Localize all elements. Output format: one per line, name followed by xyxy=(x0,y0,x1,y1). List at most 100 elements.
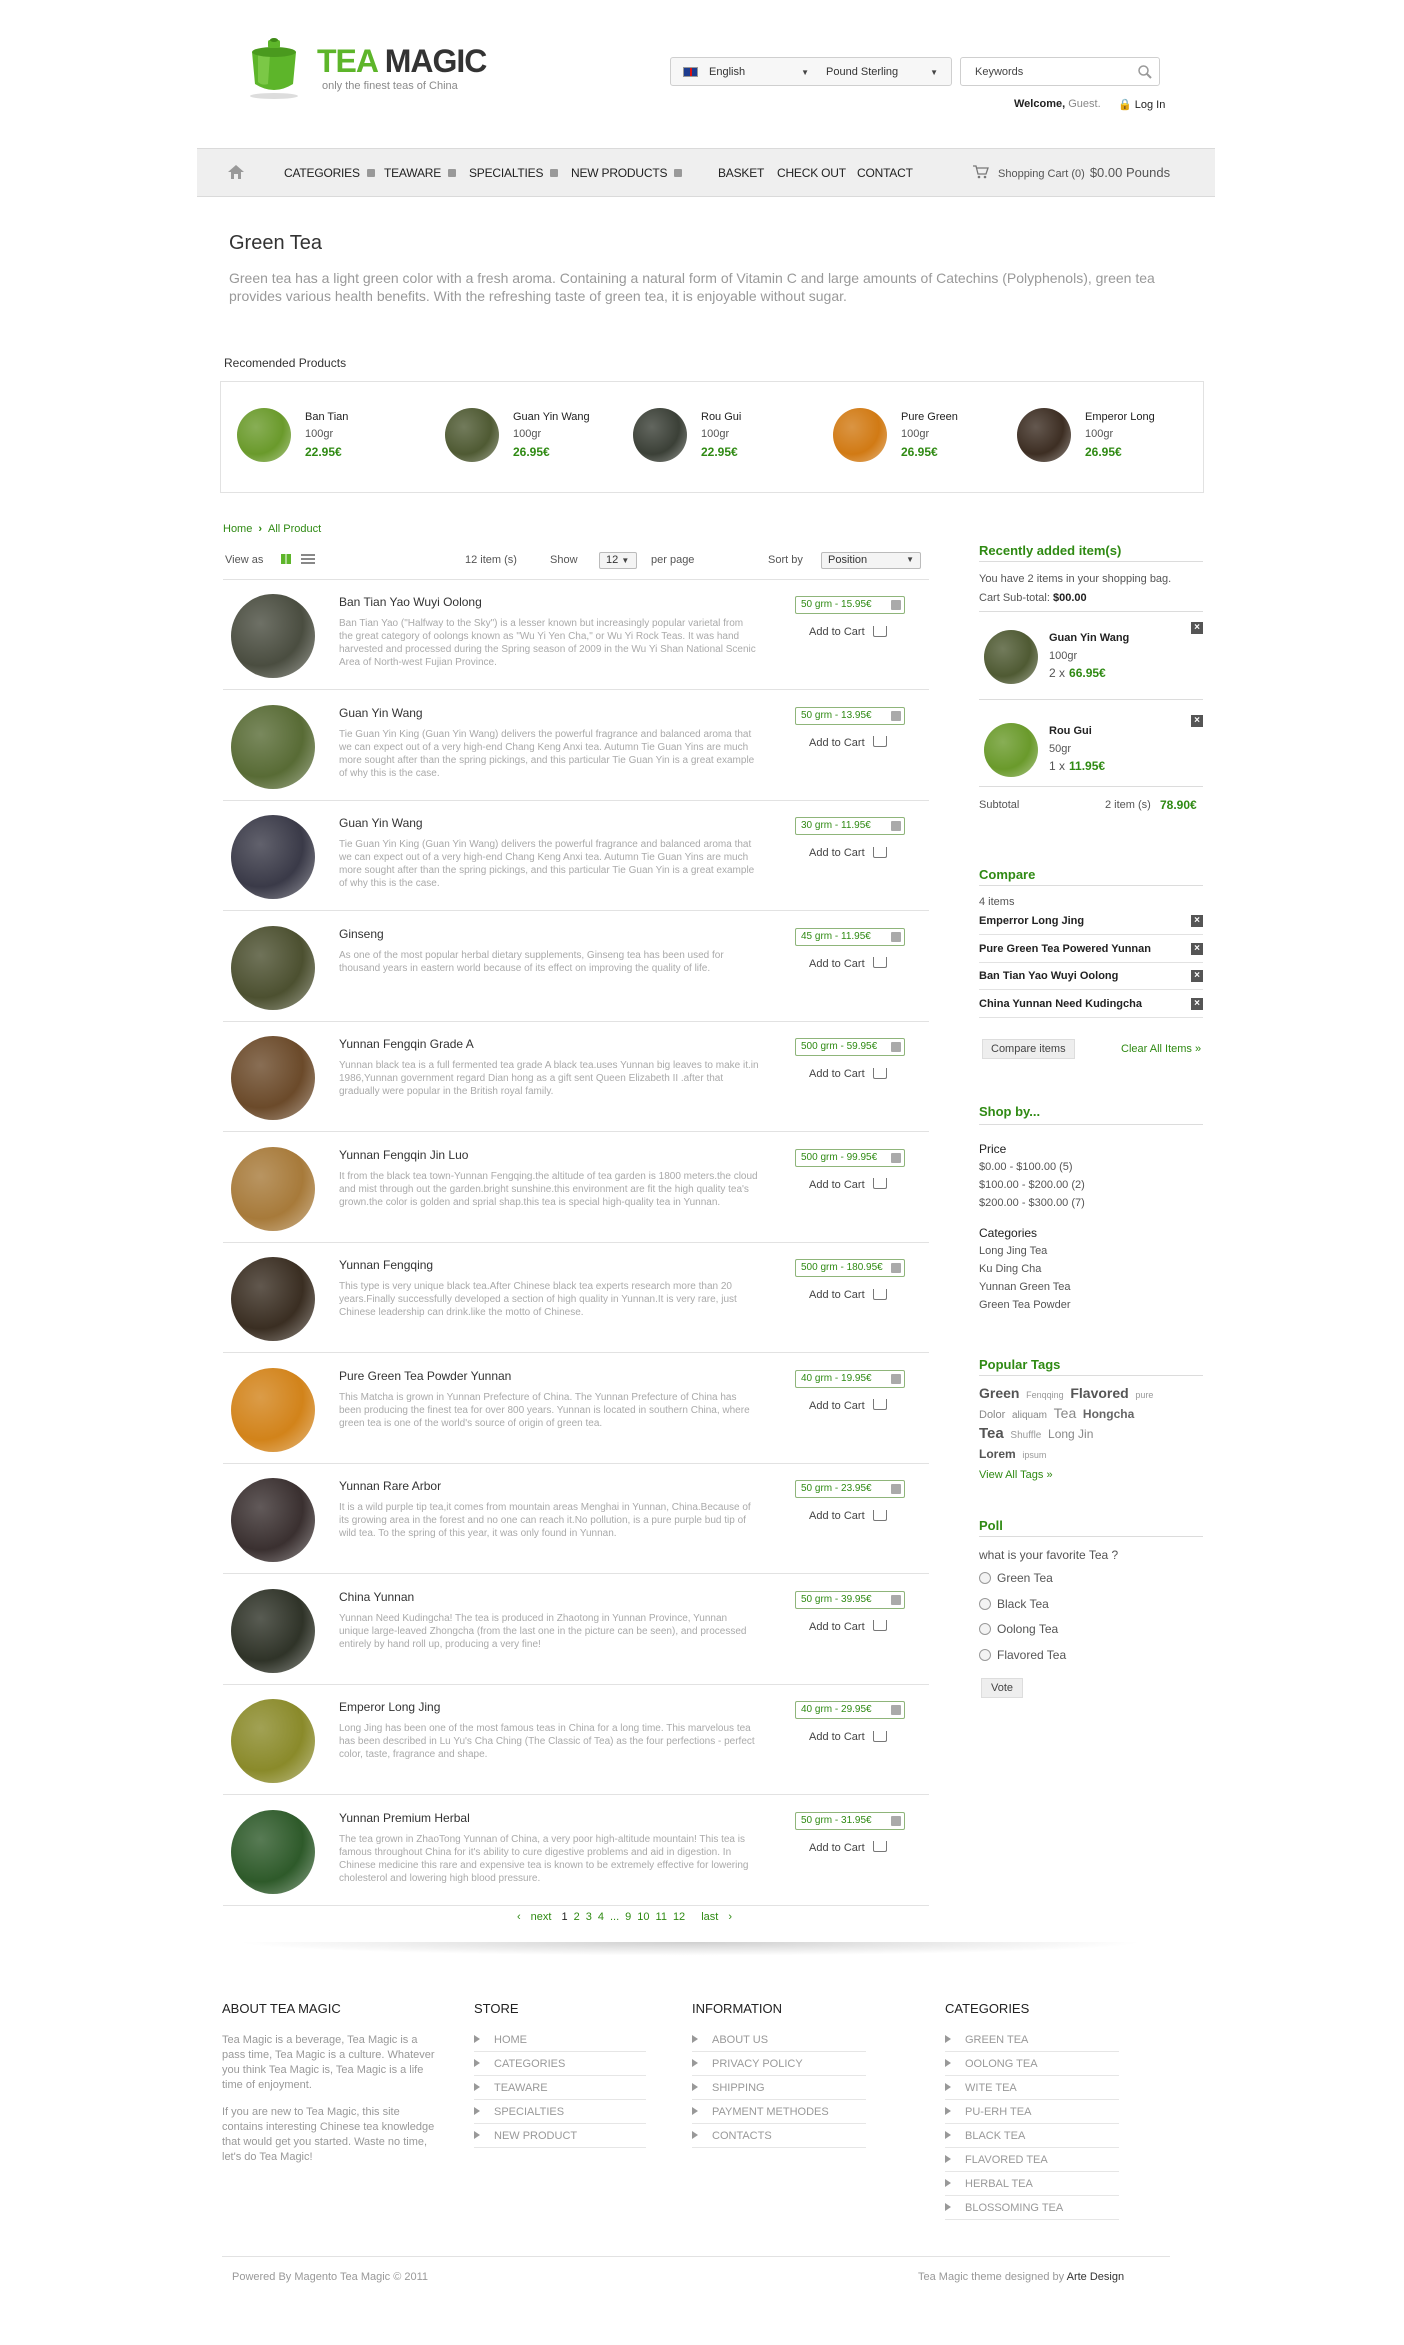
recommended-name[interactable]: Emperor Long xyxy=(1085,411,1155,423)
poll-radio[interactable] xyxy=(979,1648,991,1661)
nav-checkout[interactable]: CHECK OUT xyxy=(777,166,846,180)
clear-all-link[interactable]: Clear All Items » xyxy=(1121,1043,1201,1055)
tag[interactable]: aliquam xyxy=(1012,1410,1047,1421)
prev-page-icon[interactable]: ‹ xyxy=(517,1911,521,1923)
product-name[interactable]: Pure Green Tea Powder Yunnan xyxy=(339,1369,511,1383)
tag[interactable]: Lorem xyxy=(979,1447,1016,1461)
product-image[interactable] xyxy=(984,723,1038,777)
product-name[interactable]: Yunnan Rare Arbor xyxy=(339,1479,441,1493)
footer-link[interactable]: HOME xyxy=(474,2028,646,2052)
search-icon[interactable] xyxy=(1137,64,1153,83)
product-option-select[interactable]: 50 grm - 13.95€ xyxy=(795,706,905,725)
product-image[interactable] xyxy=(231,594,315,678)
product-image[interactable] xyxy=(231,815,315,899)
add-to-cart-button[interactable]: Add to Cart xyxy=(809,1841,887,1854)
footer-link[interactable]: TEAWARE xyxy=(474,2076,646,2100)
add-to-cart-button[interactable]: Add to Cart xyxy=(809,1178,887,1191)
tag[interactable]: Hongcha xyxy=(1083,1407,1134,1421)
poll-option-label[interactable]: Flavored Tea xyxy=(997,1648,1066,1662)
nav-contact[interactable]: CONTACT xyxy=(857,166,913,180)
recent-item-name[interactable]: Guan Yin Wang xyxy=(1049,632,1129,644)
product-image[interactable] xyxy=(231,1588,315,1673)
product-image[interactable] xyxy=(231,1809,315,1894)
product-name[interactable]: Guan Yin Wang xyxy=(339,816,423,830)
product-name[interactable]: Yunnan Fengqin Grade A xyxy=(339,1037,474,1051)
recommended-item[interactable]: Ban Tian 100gr 22.95€ xyxy=(237,408,427,468)
page-link[interactable]: 4 xyxy=(598,1911,604,1923)
product-option-select[interactable]: 40 grm - 19.95€ xyxy=(795,1369,905,1388)
per-page-select[interactable]: 12 ▼ xyxy=(599,552,637,569)
recommended-name[interactable]: Ban Tian xyxy=(305,411,348,423)
product-option-select[interactable]: 50 grm - 39.95€ xyxy=(795,1590,905,1609)
product-name[interactable]: Yunnan Premium Herbal xyxy=(339,1811,470,1825)
search-input[interactable]: Keywords xyxy=(960,57,1160,86)
product-option-select[interactable]: 50 grm - 15.95€ xyxy=(795,596,905,614)
remove-compare-icon[interactable]: × xyxy=(1191,997,1203,1010)
tag[interactable]: Long Jin xyxy=(1048,1427,1093,1441)
product-image[interactable] xyxy=(231,704,315,789)
compare-item-name[interactable]: Pure Green Tea Powered Yunnan xyxy=(979,943,1151,955)
breadcrumb-home[interactable]: Home xyxy=(223,523,252,535)
footer-link[interactable]: SPECIALTIES xyxy=(474,2100,646,2124)
recommended-name[interactable]: Guan Yin Wang xyxy=(513,411,590,423)
product-image[interactable] xyxy=(231,925,315,1010)
tag[interactable]: pure xyxy=(1135,1390,1153,1400)
category-filter-link[interactable]: Long Jing Tea xyxy=(979,1245,1047,1257)
recommended-name[interactable]: Rou Gui xyxy=(701,411,741,423)
product-image[interactable] xyxy=(984,630,1038,684)
compare-item-name[interactable]: China Yunnan Need Kudingcha xyxy=(979,998,1142,1010)
add-to-cart-button[interactable]: Add to Cart xyxy=(809,1509,887,1522)
footer-link[interactable]: GREEN TEA xyxy=(945,2028,1119,2052)
product-option-select[interactable]: 30 grm - 11.95€ xyxy=(795,817,905,835)
tag[interactable]: Tea xyxy=(1054,1405,1077,1421)
price-filter-link[interactable]: $0.00 - $100.00 (5) xyxy=(979,1161,1073,1173)
page-link[interactable]: 11 xyxy=(656,1911,667,1923)
product-image[interactable] xyxy=(237,408,291,462)
compare-item-name[interactable]: Ban Tian Yao Wuyi Oolong xyxy=(979,970,1118,982)
price-filter-link[interactable]: $100.00 - $200.00 (2) xyxy=(979,1179,1085,1191)
page-link[interactable]: 3 xyxy=(586,1911,592,1923)
product-name[interactable]: Yunnan Fengqing xyxy=(339,1258,433,1272)
cart-icon[interactable] xyxy=(973,165,989,182)
add-to-cart-button[interactable]: Add to Cart xyxy=(809,1288,887,1301)
footer-link[interactable]: SHIPPING xyxy=(692,2076,866,2100)
add-to-cart-button[interactable]: Add to Cart xyxy=(809,736,887,749)
footer-link[interactable]: BLACK TEA xyxy=(945,2124,1119,2148)
login-link[interactable]: 🔒 Log In xyxy=(1118,98,1165,111)
add-to-cart-button[interactable]: Add to Cart xyxy=(809,957,887,970)
footer-link[interactable]: PU-ERH TEA xyxy=(945,2100,1119,2124)
category-filter-link[interactable]: Ku Ding Cha xyxy=(979,1263,1041,1275)
page-link[interactable]: 10 xyxy=(637,1911,649,1923)
footer-link[interactable]: BLOSSOMING TEA xyxy=(945,2196,1119,2220)
product-image[interactable] xyxy=(231,1146,315,1231)
remove-compare-icon[interactable]: × xyxy=(1191,970,1203,982)
product-option-select[interactable]: 500 grm - 180.95€ xyxy=(795,1259,905,1277)
compare-items-button[interactable]: Compare items xyxy=(982,1039,1075,1059)
recommended-name[interactable]: Pure Green xyxy=(901,411,958,423)
add-to-cart-button[interactable]: Add to Cart xyxy=(809,1067,887,1080)
nav-specialties[interactable]: SPECIALTIES xyxy=(469,166,559,180)
footer-link[interactable]: FLAVORED TEA xyxy=(945,2148,1119,2172)
language-select[interactable]: English ▼ xyxy=(709,66,809,78)
recommended-item[interactable]: Rou Gui 100gr 22.95€ xyxy=(633,408,823,468)
pager-last[interactable]: last xyxy=(701,1911,718,1923)
poll-option-label[interactable]: Black Tea xyxy=(997,1597,1049,1611)
nav-new-products[interactable]: NEW PRODUCTS xyxy=(571,166,683,180)
page-link[interactable]: 2 xyxy=(574,1911,580,1923)
recommended-item[interactable]: Pure Green 100gr 26.95€ xyxy=(833,408,1023,468)
footer-link[interactable]: ABOUT US xyxy=(692,2028,866,2052)
product-option-select[interactable]: 45 grm - 11.95€ xyxy=(795,927,905,946)
product-image[interactable] xyxy=(231,1478,315,1562)
logo-icon[interactable] xyxy=(244,34,304,100)
remove-item-icon[interactable]: × xyxy=(1191,715,1203,727)
footer-link[interactable]: HERBAL TEA xyxy=(945,2172,1119,2196)
remove-compare-icon[interactable]: × xyxy=(1191,942,1203,955)
product-image[interactable] xyxy=(231,1367,315,1452)
remove-item-icon[interactable]: × xyxy=(1191,622,1203,634)
poll-option-label[interactable]: Oolong Tea xyxy=(997,1622,1058,1636)
grid-view-icon[interactable] xyxy=(281,554,291,564)
product-image[interactable] xyxy=(833,408,887,462)
page-link[interactable]: 12 xyxy=(673,1911,685,1923)
product-option-select[interactable]: 50 grm - 31.95€ xyxy=(795,1811,905,1830)
product-image[interactable] xyxy=(231,1257,315,1341)
